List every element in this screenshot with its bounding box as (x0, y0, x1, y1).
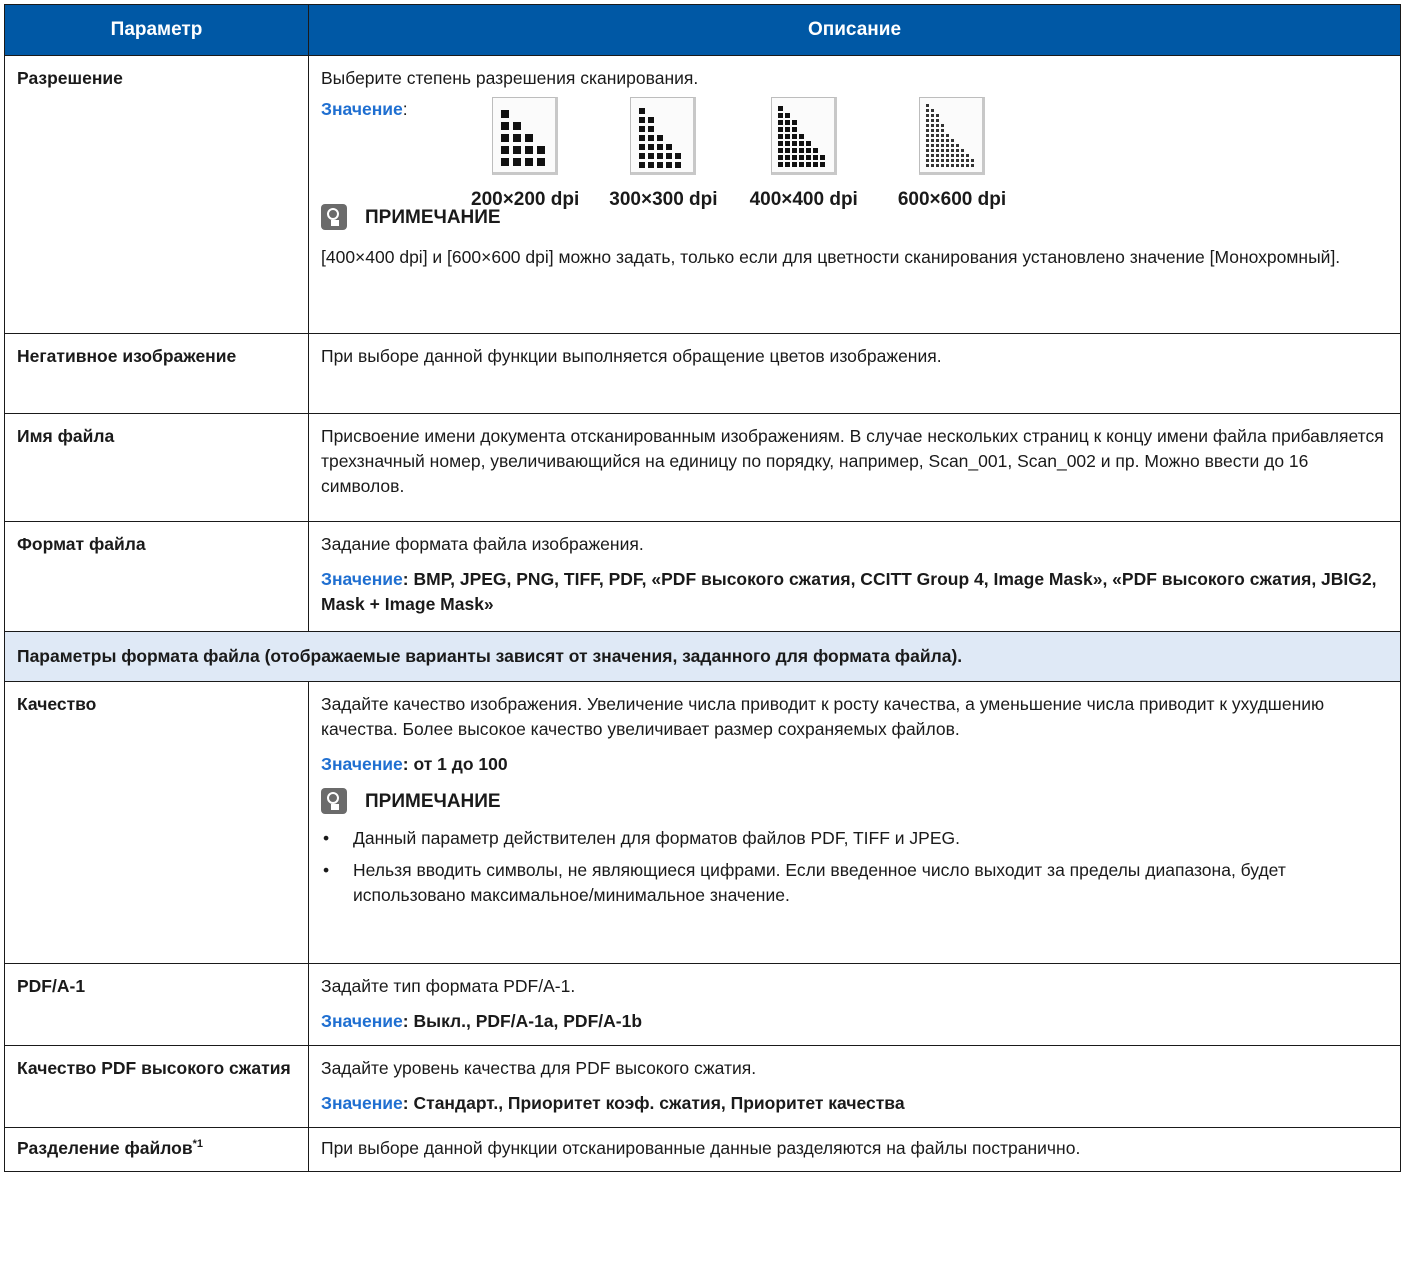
header-parameter: Параметр (4, 4, 309, 56)
resolution-300-icon (630, 97, 697, 175)
resolution-200-icon (492, 97, 559, 175)
table-row: Качество PDF высокого сжатия Задайте уро… (4, 1045, 1401, 1128)
desc-split: При выборе данной функции отсканированны… (308, 1127, 1401, 1172)
resolution-desc: Выберите степень разрешения сканирования… (321, 68, 699, 88)
resolution-400-icon (770, 97, 837, 175)
param-negative: Негативное изображение (4, 333, 309, 414)
table-row: Разделение файлов*1 При выборе данной фу… (4, 1127, 1401, 1172)
settings-table: Параметр Описание Разрешение Выберите ст… (4, 4, 1401, 1172)
list-item: Нельзя вводить символы, не являющиеся ци… (321, 858, 1388, 908)
resolution-option-400: 400×400 dpi (750, 97, 858, 212)
quality-values: Значение: от 1 до 100 (321, 754, 508, 774)
desc-resolution: Выберите степень разрешения сканирования… (308, 55, 1401, 334)
resolution-600-label: 600×600 dpi (897, 189, 1007, 210)
resolution-option-200: 200×200 dpi (471, 97, 579, 212)
resolution-400-label: 400×400 dpi (749, 189, 858, 210)
table-row: Негативное изображение При выборе данной… (4, 333, 1401, 414)
param-filename: Имя файла (4, 413, 309, 522)
quality-note-header: ПРИМЕЧАНИЕ (321, 783, 1388, 819)
format-values: Значение: BMP, JPEG, PNG, TIFF, PDF, «PD… (321, 569, 1377, 614)
param-format: Формат файла (4, 521, 309, 632)
desc-quality: Задайте качество изображения. Увеличение… (308, 681, 1401, 964)
note-title: ПРИМЕЧАНИЕ (365, 206, 501, 228)
desc-pdfa: Задайте тип формата PDF/A-1. Значение: В… (308, 963, 1401, 1046)
table-row: Формат файла Задание формата файла изобр… (4, 521, 1401, 632)
resolution-option-300: 300×300 dpi (609, 97, 718, 212)
desc-pdfq: Задайте уровень качества для PDF высоког… (308, 1045, 1401, 1128)
pdfa-values: Значение: Выкл., PDF/A-1a, PDF/A-1b (321, 1011, 643, 1031)
param-resolution: Разрешение (4, 55, 309, 334)
header-description: Описание (308, 4, 1401, 56)
param-split: Разделение файлов*1 (4, 1127, 309, 1172)
resolution-300-label: 300×300 dpi (609, 189, 718, 210)
resolution-600-icon (918, 97, 985, 175)
resolution-note-text: [400×400 dpi] и [600×600 dpi] можно зада… (321, 247, 1341, 267)
table-row: PDF/A-1 Задайте тип формата PDF/A-1. Зна… (4, 963, 1401, 1046)
param-pdfq: Качество PDF высокого сжатия (4, 1045, 309, 1128)
footnote-marker: *1 (192, 1138, 204, 1151)
section-title: Параметры формата файла (отображаемые ва… (4, 631, 1401, 682)
table-header: Параметр Описание (4, 4, 1401, 56)
resolution-options: Значение: 200×200 dpi 300×300 dpi 400×40… (321, 97, 1388, 210)
note-icon (321, 204, 347, 230)
quality-desc: Задайте качество изображения. Увеличение… (321, 694, 1325, 739)
note-icon (321, 788, 347, 814)
param-pdfa: PDF/A-1 (4, 963, 309, 1046)
table-row: Качество Задайте качество изображения. У… (4, 681, 1401, 964)
pdfq-desc: Задайте уровень качества для PDF высоког… (321, 1058, 757, 1078)
quality-note-list: Данный параметр действителен для формато… (321, 826, 1388, 908)
pdfa-desc: Задайте тип формата PDF/A-1. (321, 976, 576, 996)
resolution-value-label: Значение: (321, 99, 408, 119)
pdfq-values: Значение: Стандарт., Приоритет коэф. сжа… (321, 1093, 905, 1113)
format-desc: Задание формата файла изображения. (321, 534, 644, 554)
table-row: Разрешение Выберите степень разрешения с… (4, 55, 1401, 334)
desc-filename: Присвоение имени документа отсканированн… (308, 413, 1401, 522)
resolution-option-600: 600×600 dpi (898, 97, 1006, 212)
note-title: ПРИМЕЧАНИЕ (365, 790, 501, 812)
table-row: Имя файла Присвоение имени документа отс… (4, 413, 1401, 522)
desc-negative: При выборе данной функции выполняется об… (308, 333, 1401, 414)
list-item: Данный параметр действителен для формато… (321, 826, 1388, 851)
param-quality: Качество (4, 681, 309, 964)
section-row: Параметры формата файла (отображаемые ва… (4, 631, 1401, 682)
desc-format: Задание формата файла изображения. Значе… (308, 521, 1401, 632)
